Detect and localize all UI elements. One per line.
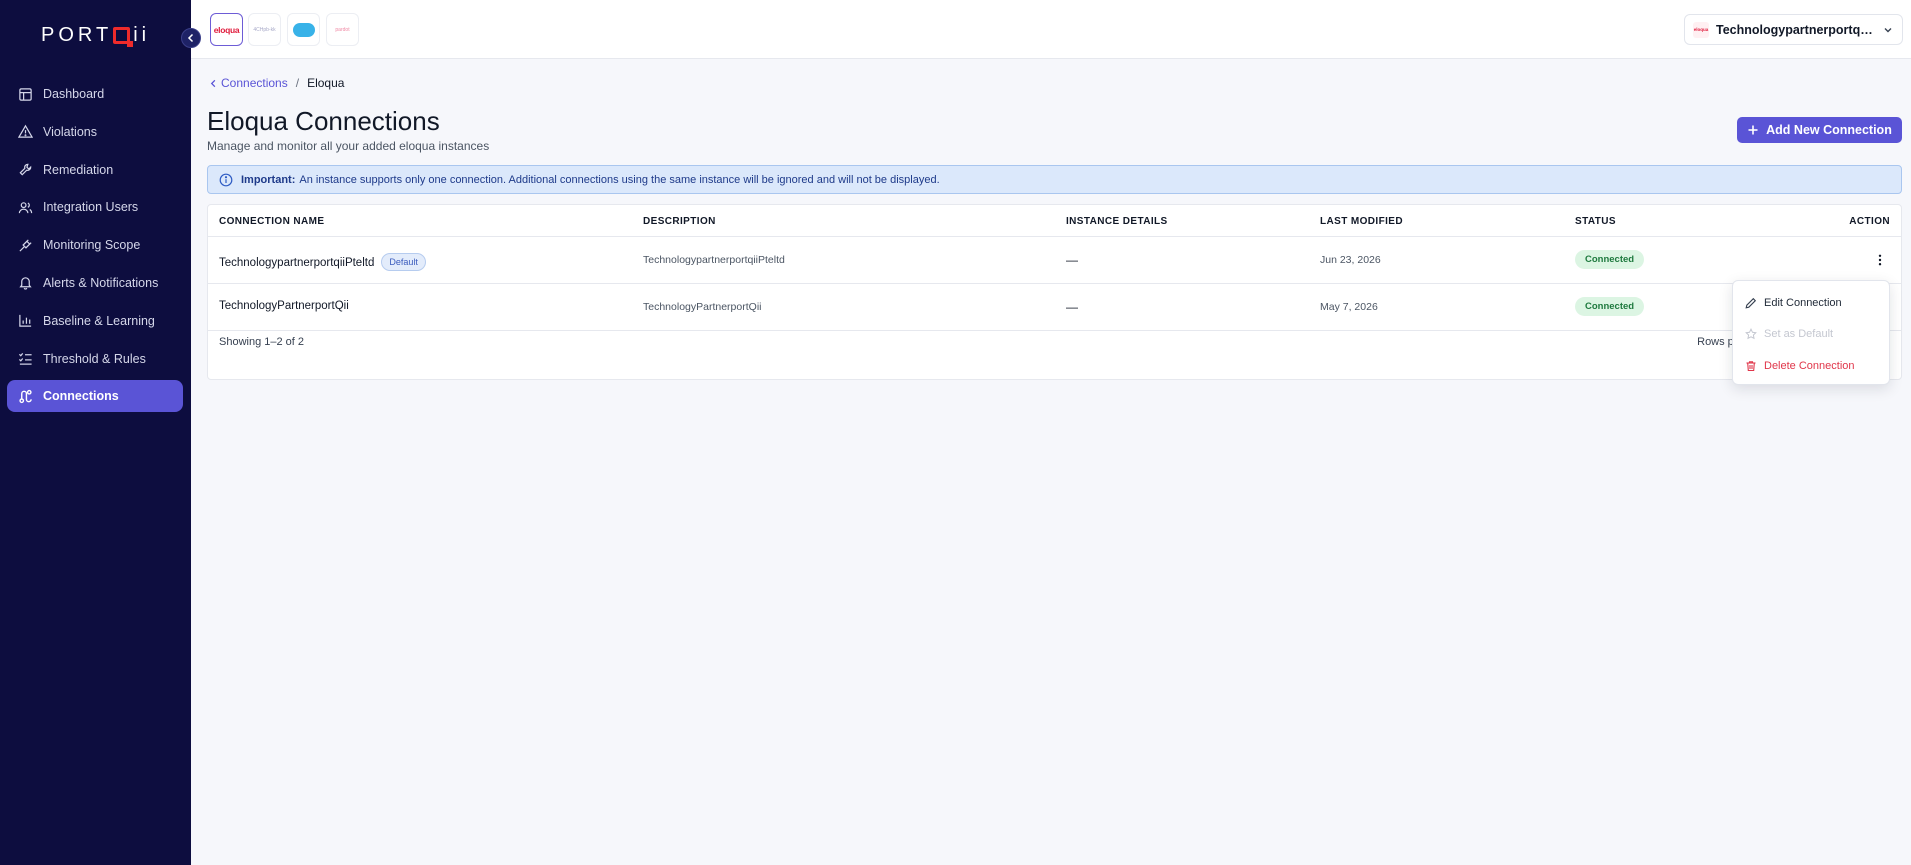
header-description[interactable]: DESCRIPTION <box>643 216 716 227</box>
plus-icon <box>1748 125 1758 135</box>
brand-q-mark <box>113 27 134 47</box>
sidebar-item-violations[interactable]: Violations <box>7 116 183 148</box>
bell-icon <box>19 277 32 291</box>
cell-description: TechnologyPartnerportQii <box>643 301 762 313</box>
add-new-connection-label: Add New Connection <box>1766 123 1892 137</box>
trash-icon <box>1746 361 1756 371</box>
header-action: ACTION <box>1849 216 1890 227</box>
default-badge: Default <box>381 253 426 271</box>
layout-icon <box>19 87 32 101</box>
chevron-left-icon <box>210 79 216 87</box>
info-alert: Important: An instance supports only one… <box>207 165 1902 194</box>
breadcrumb-current: Eloqua <box>307 76 345 90</box>
sidebar-item-label: Connections <box>43 389 119 404</box>
table-header: CONNECTION NAME DESCRIPTION INSTANCE DET… <box>208 205 1901 237</box>
sidebar-collapse-button[interactable] <box>181 28 201 48</box>
status-badge: Connected <box>1575 250 1645 269</box>
app-tile-pardot[interactable]: pardot <box>326 13 359 46</box>
sidebar-item-label: Alerts & Notifications <box>43 275 159 290</box>
page-subtitle: Manage and monitor all your added eloqua… <box>207 139 490 153</box>
sidebar-item-label: Monitoring Scope <box>43 238 141 253</box>
alert-strong: Important: <box>241 173 296 186</box>
app-tile-hubspot[interactable]: 4CHpb-kk <box>248 13 281 46</box>
sidebar-item-connections[interactable]: Connections <box>7 380 183 413</box>
sidebar-item-label: Integration Users <box>43 200 139 215</box>
sidebar-item-baseline[interactable]: Baseline & Learning <box>7 305 183 337</box>
chevron-down-icon <box>1884 27 1892 32</box>
table-row[interactable]: TechnologyPartnerportQii TechnologyPartn… <box>208 284 1901 331</box>
sidebar-nav: Dashboard Violations Remediation Integra… <box>7 78 183 418</box>
pardot-logo: pardot <box>335 26 350 33</box>
app-logo: 4CHpb-kk <box>253 26 276 33</box>
wrench-icon <box>19 163 32 176</box>
brand-name-right: ii <box>133 24 151 46</box>
breadcrumb-link-connections[interactable]: Connections <box>209 76 288 90</box>
users-icon <box>18 202 33 214</box>
header-instance-details[interactable]: INSTANCE DETAILS <box>1066 216 1168 227</box>
route-icon <box>19 389 32 403</box>
plug-icon <box>19 239 32 252</box>
status-badge: Connected <box>1575 297 1645 316</box>
sidebar-item-label: Baseline & Learning <box>43 313 155 328</box>
sidebar-item-monitoring-scope[interactable]: Monitoring Scope <box>7 229 183 261</box>
table-row[interactable]: TechnologypartnerportqiiPteltd Default Te… <box>208 237 1901 284</box>
header-connection-name[interactable]: CONNECTION NAME <box>219 216 324 227</box>
cell-description: TechnologypartnerportqiiPteltd <box>643 254 785 266</box>
sidebar-item-label: Remediation <box>43 162 114 177</box>
sidebar-item-label: Violations <box>43 124 97 139</box>
sidebar-item-threshold[interactable]: Threshold & Rules <box>7 343 183 375</box>
chevron-left-icon <box>187 33 194 43</box>
row-actions-button[interactable] <box>1872 252 1888 268</box>
cell-instance-details: — <box>1066 253 1078 267</box>
header-last-modified[interactable]: LAST MODIFIED <box>1320 216 1403 227</box>
breadcrumb-separator: / <box>295 76 300 90</box>
menu-item-label: Delete Connection <box>1764 359 1855 372</box>
list-checks-icon <box>18 353 32 365</box>
app-tile-eloqua[interactable]: eloqua <box>210 13 243 46</box>
cell-connection-name: TechnologypartnerportqiiPteltd Default <box>219 253 426 271</box>
sidebar-item-label: Dashboard <box>43 87 105 101</box>
account-name: Technologypartnerportqii... <box>1716 22 1876 37</box>
cell-last-modified: May 7, 2026 <box>1320 301 1378 313</box>
sidebar-item-alerts[interactable]: Alerts & Notifications <box>7 267 183 299</box>
warning-triangle-icon <box>18 124 33 139</box>
menu-item-label: Set as Default <box>1764 328 1834 341</box>
sidebar: PORT ii Dashboard Violations Remediation … <box>0 0 191 865</box>
page-title: Eloqua Connections <box>207 106 440 136</box>
sidebar-item-integration-users[interactable]: Integration Users <box>7 191 183 223</box>
menu-item-delete-connection[interactable]: Delete Connection <box>1733 350 1889 382</box>
pencil-icon <box>1745 297 1757 309</box>
app-tile-salesforce[interactable] <box>287 13 320 46</box>
add-new-connection-button[interactable]: Add New Connection <box>1737 117 1902 143</box>
row-action-menu: Edit Connection Set as Default Delete Co… <box>1732 280 1890 385</box>
info-icon <box>219 173 233 186</box>
sidebar-item-remediation[interactable]: Remediation <box>7 154 183 186</box>
account-switcher[interactable]: eloqua Technologypartnerportqii... <box>1684 14 1903 45</box>
salesforce-cloud-icon <box>292 22 315 37</box>
menu-item-set-as-default[interactable]: Set as Default <box>1733 319 1889 351</box>
account-logo: eloqua <box>1693 21 1709 38</box>
cell-connection-name: TechnologyPartnerportQii <box>219 300 349 312</box>
brand-logo[interactable]: PORT ii <box>41 24 150 47</box>
menu-item-label: Edit Connection <box>1764 296 1842 309</box>
pagination-summary: Showing 1–2 of 2 <box>219 336 305 348</box>
star-icon <box>1745 328 1757 340</box>
more-vertical-icon <box>1878 254 1882 266</box>
header-status[interactable]: STATUS <box>1575 216 1616 227</box>
sidebar-item-dashboard[interactable]: Dashboard <box>7 78 183 110</box>
eloqua-logo: eloqua <box>213 24 240 35</box>
sidebar-item-label: Threshold & Rules <box>43 351 146 366</box>
breadcrumb-parent-label: Connections <box>221 76 288 90</box>
connection-name: TechnologypartnerportqiiPteltd <box>219 257 375 269</box>
cell-last-modified: Jun 23, 2026 <box>1320 254 1381 266</box>
brand-name-left: PORT <box>41 24 113 46</box>
topbar: eloqua 4CHpb-kk pardot eloqua Technology… <box>191 0 1911 59</box>
cell-instance-details: — <box>1066 300 1078 314</box>
alert-text: An instance supports only one connection… <box>299 173 940 186</box>
connections-table: CONNECTION NAME DESCRIPTION INSTANCE DET… <box>207 204 1902 380</box>
breadcrumb: Connections / Eloqua <box>209 76 344 90</box>
bar-chart-icon <box>19 315 32 328</box>
menu-item-edit-connection[interactable]: Edit Connection <box>1733 287 1889 319</box>
